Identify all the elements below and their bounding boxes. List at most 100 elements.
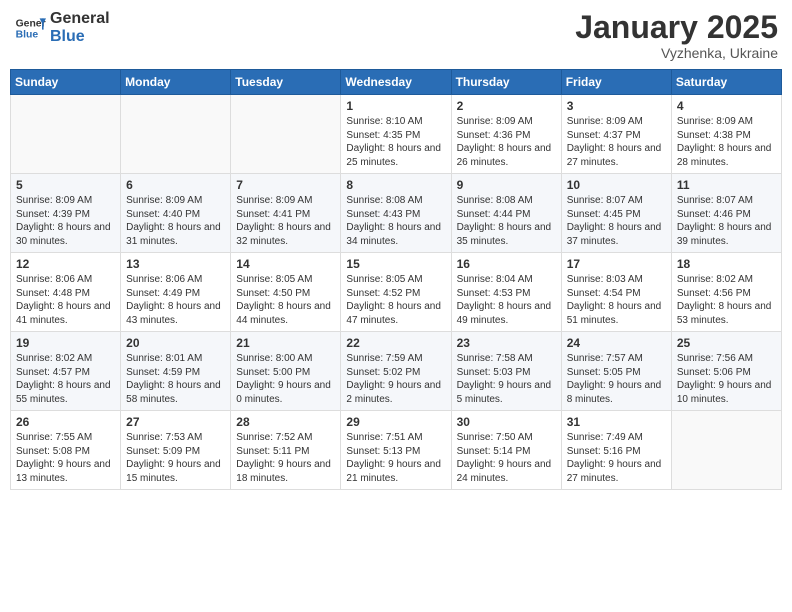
day-number: 4	[677, 99, 776, 113]
header-tuesday: Tuesday	[231, 70, 341, 95]
day-info: Sunrise: 8:09 AMSunset: 4:36 PMDaylight:…	[457, 115, 556, 169]
day-info: Sunrise: 7:55 AMSunset: 5:08 PMDaylight:…	[16, 431, 115, 485]
location-subtitle: Vyzhenka, Ukraine	[575, 45, 778, 61]
week-row-3: 12 Sunrise: 8:06 AMSunset: 4:48 PMDayligh…	[11, 253, 782, 332]
day-info: Sunrise: 7:49 AMSunset: 5:16 PMDaylight:…	[567, 431, 666, 485]
day-number: 22	[346, 336, 445, 350]
day-number: 16	[457, 257, 556, 271]
day-info: Sunrise: 7:56 AMSunset: 5:06 PMDaylight:…	[677, 352, 776, 406]
calendar-cell-w3-d2: 13 Sunrise: 8:06 AMSunset: 4:49 PMDayligh…	[121, 253, 231, 332]
day-info: Sunrise: 7:51 AMSunset: 5:13 PMDaylight:…	[346, 431, 445, 485]
svg-text:Blue: Blue	[16, 29, 39, 40]
day-number: 27	[126, 415, 225, 429]
day-number: 11	[677, 178, 776, 192]
calendar-cell-w5-d2: 27Sunrise: 7:53 AMSunset: 5:09 PMDayligh…	[121, 411, 231, 490]
header-sunday: Sunday	[11, 70, 121, 95]
day-number: 1	[346, 99, 445, 113]
calendar-cell-w1-d7: 4 Sunrise: 8:09 AMSunset: 4:38 PMDaylight…	[671, 95, 781, 174]
calendar-cell-w3-d4: 15 Sunrise: 8:05 AMSunset: 4:52 PMDayligh…	[341, 253, 451, 332]
calendar-cell-w3-d6: 17 Sunrise: 8:03 AMSunset: 4:54 PMDayligh…	[561, 253, 671, 332]
calendar-cell-w4-d1: 19 Sunrise: 8:02 AMSunset: 4:57 PMDayligh…	[11, 332, 121, 411]
day-info: Sunrise: 8:09 AMSunset: 4:41 PMDaylight:…	[236, 194, 335, 248]
calendar-cell-w4-d3: 21 Sunrise: 8:00 AMSunset: 5:00 PMDayligh…	[231, 332, 341, 411]
calendar-cell-w5-d1: 26 Sunrise: 7:55 AMSunset: 5:08 PMDayligh…	[11, 411, 121, 490]
calendar-cell-w3-d1: 12 Sunrise: 8:06 AMSunset: 4:48 PMDayligh…	[11, 253, 121, 332]
calendar-cell-w2-d4: 8 Sunrise: 8:08 AMSunset: 4:43 PMDaylight…	[341, 174, 451, 253]
logo-blue: Blue	[50, 28, 110, 46]
day-info: Sunrise: 8:06 AMSunset: 4:48 PMDaylight:…	[16, 273, 115, 327]
calendar-cell-w2-d2: 6Sunrise: 8:09 AMSunset: 4:40 PMDaylight…	[121, 174, 231, 253]
header: General Blue General Blue January 2025 V…	[10, 10, 782, 61]
day-number: 10	[567, 178, 666, 192]
logo-general: General	[50, 10, 110, 28]
day-info: Sunrise: 8:06 AMSunset: 4:49 PMDaylight:…	[126, 273, 225, 327]
day-info: Sunrise: 8:03 AMSunset: 4:54 PMDaylight:…	[567, 273, 666, 327]
calendar-cell-w2-d6: 10Sunrise: 8:07 AMSunset: 4:45 PMDayligh…	[561, 174, 671, 253]
day-info: Sunrise: 7:58 AMSunset: 5:03 PMDaylight:…	[457, 352, 556, 406]
calendar-cell-w1-d4: 1 Sunrise: 8:10 AMSunset: 4:35 PMDaylight…	[341, 95, 451, 174]
title-block: January 2025 Vyzhenka, Ukraine	[575, 10, 778, 61]
day-number: 31	[567, 415, 666, 429]
logo-icon: General Blue	[14, 12, 46, 44]
day-number: 12	[16, 257, 115, 271]
day-number: 9	[457, 178, 556, 192]
day-number: 28	[236, 415, 335, 429]
calendar-cell-w5-d4: 29 Sunrise: 7:51 AMSunset: 5:13 PMDayligh…	[341, 411, 451, 490]
day-info: Sunrise: 8:09 AMSunset: 4:37 PMDaylight:…	[567, 115, 666, 169]
calendar-cell-w5-d6: 31 Sunrise: 7:49 AMSunset: 5:16 PMDayligh…	[561, 411, 671, 490]
day-number: 18	[677, 257, 776, 271]
calendar-cell-w3-d5: 16 Sunrise: 8:04 AMSunset: 4:53 PMDayligh…	[451, 253, 561, 332]
day-info: Sunrise: 8:07 AMSunset: 4:46 PMDaylight:…	[677, 194, 776, 248]
calendar-cell-w2-d1: 5Sunrise: 8:09 AMSunset: 4:39 PMDaylight…	[11, 174, 121, 253]
header-thursday: Thursday	[451, 70, 561, 95]
day-number: 25	[677, 336, 776, 350]
calendar-cell-w4-d5: 23Sunrise: 7:58 AMSunset: 5:03 PMDayligh…	[451, 332, 561, 411]
day-info: Sunrise: 7:59 AMSunset: 5:02 PMDaylight:…	[346, 352, 445, 406]
day-number: 29	[346, 415, 445, 429]
calendar-cell-w1-d1	[11, 95, 121, 174]
calendar-cell-w1-d3	[231, 95, 341, 174]
calendar-cell-w1-d2	[121, 95, 231, 174]
day-number: 19	[16, 336, 115, 350]
day-number: 7	[236, 178, 335, 192]
day-number: 3	[567, 99, 666, 113]
calendar-cell-w5-d3: 28Sunrise: 7:52 AMSunset: 5:11 PMDayligh…	[231, 411, 341, 490]
week-row-2: 5Sunrise: 8:09 AMSunset: 4:39 PMDaylight…	[11, 174, 782, 253]
day-info: Sunrise: 7:57 AMSunset: 5:05 PMDaylight:…	[567, 352, 666, 406]
calendar-cell-w3-d3: 14Sunrise: 8:05 AMSunset: 4:50 PMDayligh…	[231, 253, 341, 332]
day-info: Sunrise: 8:01 AMSunset: 4:59 PMDaylight:…	[126, 352, 225, 406]
day-info: Sunrise: 8:05 AMSunset: 4:50 PMDaylight:…	[236, 273, 335, 327]
calendar-cell-w2-d3: 7 Sunrise: 8:09 AMSunset: 4:41 PMDaylight…	[231, 174, 341, 253]
logo: General Blue General Blue	[14, 10, 110, 45]
week-row-5: 26 Sunrise: 7:55 AMSunset: 5:08 PMDayligh…	[11, 411, 782, 490]
calendar-cell-w1-d5: 2Sunrise: 8:09 AMSunset: 4:36 PMDaylight…	[451, 95, 561, 174]
calendar-cell-w4-d2: 20 Sunrise: 8:01 AMSunset: 4:59 PMDayligh…	[121, 332, 231, 411]
day-number: 15	[346, 257, 445, 271]
day-number: 30	[457, 415, 556, 429]
page: General Blue General Blue January 2025 V…	[0, 0, 792, 612]
day-info: Sunrise: 8:08 AMSunset: 4:43 PMDaylight:…	[346, 194, 445, 248]
month-title: January 2025	[575, 10, 778, 45]
day-info: Sunrise: 8:04 AMSunset: 4:53 PMDaylight:…	[457, 273, 556, 327]
week-row-1: 1 Sunrise: 8:10 AMSunset: 4:35 PMDaylight…	[11, 95, 782, 174]
day-info: Sunrise: 8:10 AMSunset: 4:35 PMDaylight:…	[346, 115, 445, 169]
calendar-cell-w2-d7: 11 Sunrise: 8:07 AMSunset: 4:46 PMDayligh…	[671, 174, 781, 253]
day-info: Sunrise: 8:08 AMSunset: 4:44 PMDaylight:…	[457, 194, 556, 248]
week-row-4: 19 Sunrise: 8:02 AMSunset: 4:57 PMDayligh…	[11, 332, 782, 411]
day-number: 21	[236, 336, 335, 350]
day-number: 13	[126, 257, 225, 271]
day-info: Sunrise: 8:02 AMSunset: 4:56 PMDaylight:…	[677, 273, 776, 327]
day-number: 26	[16, 415, 115, 429]
calendar-cell-w1-d6: 3 Sunrise: 8:09 AMSunset: 4:37 PMDaylight…	[561, 95, 671, 174]
day-info: Sunrise: 8:09 AMSunset: 4:38 PMDaylight:…	[677, 115, 776, 169]
day-info: Sunrise: 7:50 AMSunset: 5:14 PMDaylight:…	[457, 431, 556, 485]
header-saturday: Saturday	[671, 70, 781, 95]
day-info: Sunrise: 8:00 AMSunset: 5:00 PMDaylight:…	[236, 352, 335, 406]
header-wednesday: Wednesday	[341, 70, 451, 95]
day-number: 8	[346, 178, 445, 192]
calendar-cell-w2-d5: 9 Sunrise: 8:08 AMSunset: 4:44 PMDaylight…	[451, 174, 561, 253]
day-info: Sunrise: 8:02 AMSunset: 4:57 PMDaylight:…	[16, 352, 115, 406]
day-number: 17	[567, 257, 666, 271]
day-number: 20	[126, 336, 225, 350]
day-info: Sunrise: 8:05 AMSunset: 4:52 PMDaylight:…	[346, 273, 445, 327]
